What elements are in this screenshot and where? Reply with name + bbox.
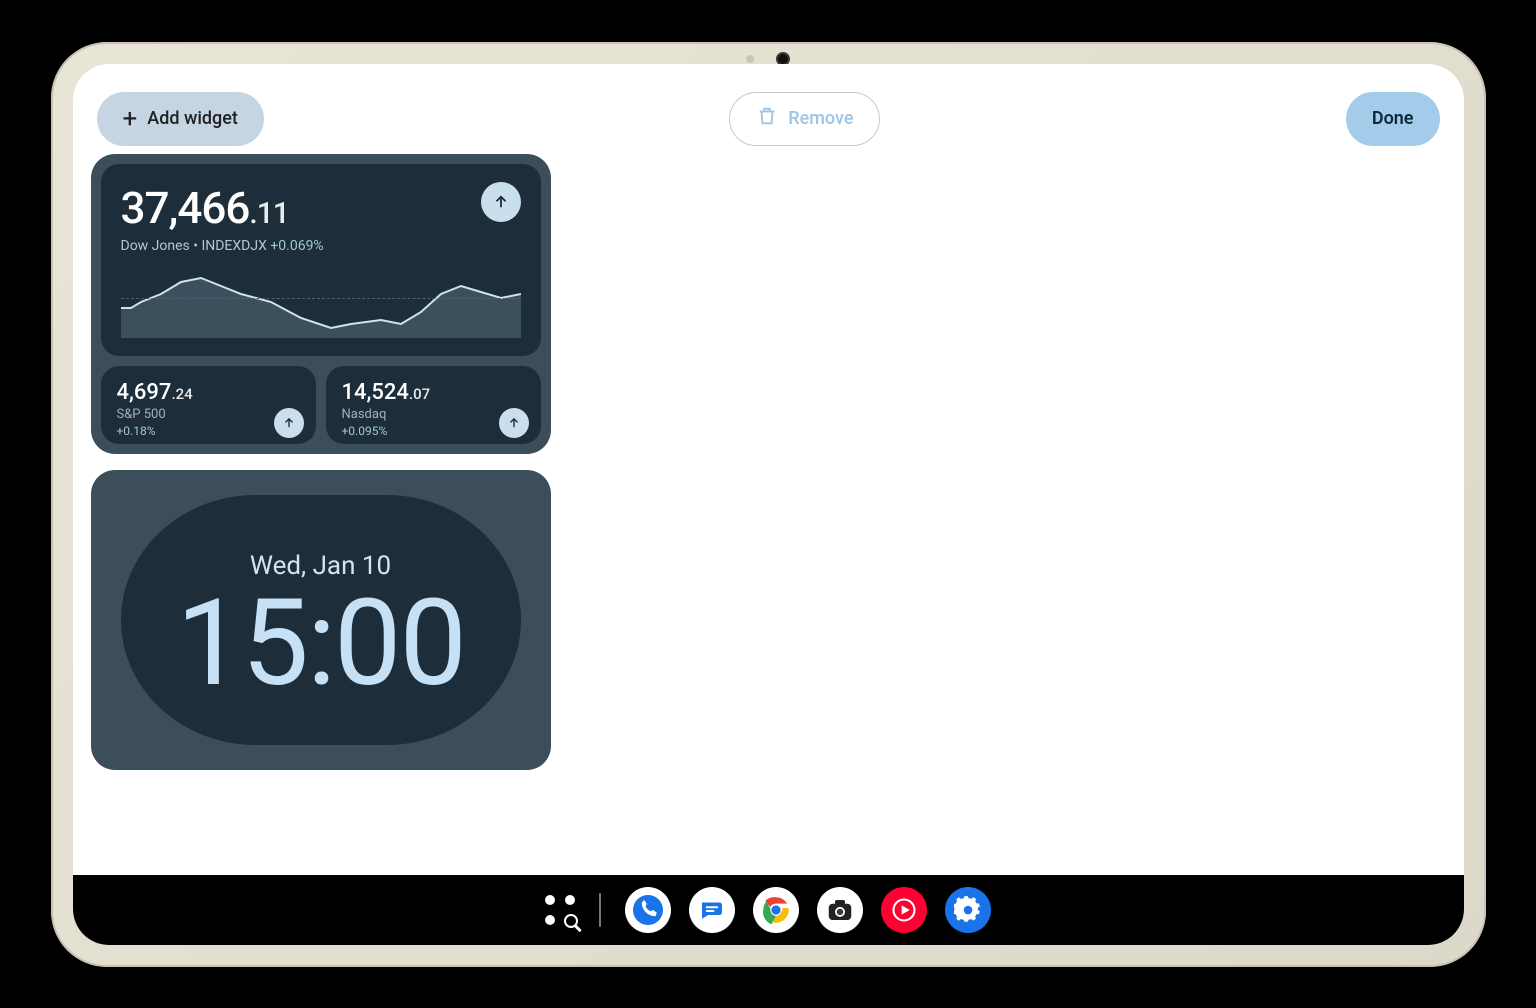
done-label: Done (1372, 108, 1414, 129)
trash-icon (756, 105, 778, 132)
screen: Add widget Remove Done 37,466.11 (73, 64, 1464, 945)
clock-face: Wed, Jan 10 15:00 (121, 495, 521, 745)
stocks-sparkline (121, 268, 521, 338)
chrome-app[interactable] (753, 887, 799, 933)
tablet-bezel: Add widget Remove Done 37,466.11 (51, 42, 1486, 967)
stocks-main-card[interactable]: 37,466.11 Dow Jones • INDEXDJX +0.069% (101, 164, 541, 356)
phone-app[interactable] (625, 887, 671, 933)
done-button[interactable]: Done (1346, 92, 1440, 146)
remove-label: Remove (788, 108, 853, 129)
camera-app[interactable] (817, 887, 863, 933)
stocks-widget[interactable]: 37,466.11 Dow Jones • INDEXDJX +0.069% (91, 154, 551, 454)
settings-app[interactable] (945, 887, 991, 933)
plus-icon (123, 106, 138, 132)
clock-time: 15:00 (176, 581, 465, 707)
app-drawer-button[interactable] (545, 895, 575, 925)
taskbar (73, 875, 1464, 945)
add-widget-label: Add widget (147, 108, 238, 129)
trend-up-icon (481, 182, 521, 222)
widget-editor-topbar: Add widget Remove Done (73, 64, 1464, 154)
stocks-main-value: 37,466.11 (121, 182, 521, 234)
trend-up-icon (499, 408, 529, 438)
youtube-music-app[interactable] (881, 887, 927, 933)
trend-up-icon (274, 408, 304, 438)
add-widget-button[interactable]: Add widget (97, 92, 264, 146)
remove-button[interactable]: Remove (729, 92, 880, 146)
stocks-mini-sp500[interactable]: 4,697.24 S&P 500 +0.18% (101, 366, 316, 444)
clock-widget[interactable]: Wed, Jan 10 15:00 (91, 470, 551, 770)
messages-app[interactable] (689, 887, 735, 933)
stocks-main-subtitle: Dow Jones • INDEXDJX +0.069% (121, 238, 521, 254)
stocks-mini-nasdaq[interactable]: 14,524.07 Nasdaq +0.095% (326, 366, 541, 444)
taskbar-divider (599, 893, 601, 927)
widget-canvas[interactable]: 37,466.11 Dow Jones • INDEXDJX +0.069% (73, 154, 1464, 875)
